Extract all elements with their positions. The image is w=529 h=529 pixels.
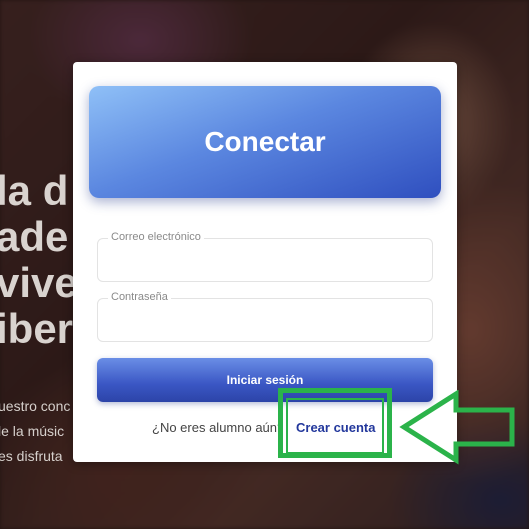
email-label: Correo electrónico <box>108 231 204 243</box>
hero-sub-line: le la músic <box>0 423 65 439</box>
hero-description: uestro conc le la músic es disfruta <box>0 394 78 469</box>
login-card-header: Conectar <box>89 86 441 198</box>
password-field[interactable]: Contraseña <box>97 291 433 342</box>
hero-sub-line: uestro conc <box>0 398 71 414</box>
signup-prompt: ¿No eres alumno aún? <box>152 420 285 435</box>
password-label: Contraseña <box>108 291 171 303</box>
left-arrow-icon <box>399 390 515 465</box>
password-input[interactable] <box>98 299 432 341</box>
highlight-box-inner <box>286 398 384 454</box>
hero-sub-line: es disfruta <box>0 448 63 464</box>
email-field[interactable]: Correo electrónico <box>97 231 433 282</box>
email-input[interactable] <box>98 239 432 281</box>
login-title: Conectar <box>204 126 326 157</box>
